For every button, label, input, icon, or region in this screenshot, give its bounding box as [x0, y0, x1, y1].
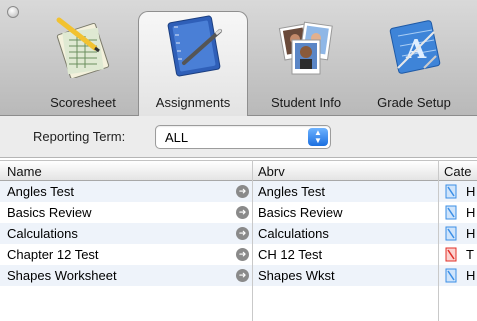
row-arrow-icon[interactable]: ➜ — [236, 269, 249, 282]
column-divider[interactable] — [252, 160, 253, 321]
grade-setup-icon: A — [389, 20, 441, 74]
row-arrow-icon[interactable]: ➜ — [236, 206, 249, 219]
table-row[interactable]: Chapter 12 Test ➜ CH 12 Test T — [0, 244, 477, 265]
tab-scoresheet-label: Scoresheet — [50, 95, 116, 110]
row-arrow-icon[interactable]: ➜ — [236, 227, 249, 240]
table-row[interactable]: Shapes Worksheet ➜ Shapes Wkst H — [0, 265, 477, 286]
student-photos-icon — [278, 21, 333, 75]
column-header-name[interactable]: Name — [7, 164, 42, 179]
reporting-term-label: Reporting Term: — [33, 129, 126, 144]
row-category: T — [466, 247, 474, 262]
row-name: Angles Test — [7, 184, 74, 199]
table-header: Name Abrv Cate — [0, 160, 477, 181]
row-abrv: Basics Review — [258, 205, 343, 220]
column-header-category[interactable]: Cate — [444, 164, 471, 179]
table-row[interactable]: Angles Test ➜ Angles Test H — [0, 181, 477, 202]
category-tag-icon — [445, 268, 457, 283]
toolbar: Scoresheet Assignments Student Info Grad… — [0, 0, 477, 116]
column-header-abrv[interactable]: Abrv — [258, 164, 285, 179]
tab-scoresheet[interactable]: Scoresheet — [38, 0, 128, 116]
row-abrv: CH 12 Test — [258, 247, 323, 262]
scoresheet-icon — [56, 17, 110, 78]
row-arrow-icon[interactable]: ➜ — [236, 185, 249, 198]
row-category: H — [466, 184, 476, 199]
row-category: H — [466, 226, 476, 241]
assignments-notebook-icon — [167, 15, 222, 77]
row-name: Shapes Worksheet — [7, 268, 117, 283]
reporting-term-value: ALL — [165, 130, 189, 145]
tab-grade-setup-label: Grade Setup — [377, 95, 451, 110]
row-category: H — [466, 205, 476, 220]
table-row-empty — [0, 286, 477, 321]
row-arrow-icon[interactable]: ➜ — [236, 248, 249, 261]
row-name: Calculations — [7, 226, 78, 241]
category-tag-icon — [445, 205, 457, 220]
tab-grade-setup[interactable]: A Grade Setup — [364, 0, 464, 116]
table-row[interactable]: Calculations ➜ Calculations H — [0, 223, 477, 244]
row-abrv: Calculations — [258, 226, 329, 241]
tab-assignments-label: Assignments — [155, 95, 231, 110]
reporting-term-select[interactable]: ALL ▲ ▼ — [155, 125, 331, 149]
row-abrv: Angles Test — [258, 184, 325, 199]
table-row[interactable]: Basics Review ➜ Basics Review H — [0, 202, 477, 223]
row-abrv: Shapes Wkst — [258, 268, 335, 283]
row-name: Basics Review — [7, 205, 92, 220]
row-name: Chapter 12 Test — [7, 247, 99, 262]
category-tag-icon — [445, 184, 457, 199]
chevron-up-down-icon: ▲ ▼ — [308, 128, 328, 146]
toolbar-toggle-button[interactable] — [7, 6, 19, 18]
reporting-term-bar: Reporting Term: ALL ▲ ▼ — [0, 116, 477, 158]
category-tag-icon — [445, 247, 457, 262]
tab-student-info[interactable]: Student Info — [256, 0, 356, 116]
app-window: Scoresheet Assignments Student Info Grad… — [0, 0, 477, 321]
category-tag-icon — [445, 226, 457, 241]
tab-student-info-label: Student Info — [270, 95, 342, 110]
tab-assignments[interactable]: Assignments — [138, 11, 248, 116]
row-category: H — [466, 268, 476, 283]
column-divider[interactable] — [438, 160, 439, 321]
assignments-table: Name Abrv Cate Angles Test ➜ Angles Test… — [0, 160, 477, 321]
